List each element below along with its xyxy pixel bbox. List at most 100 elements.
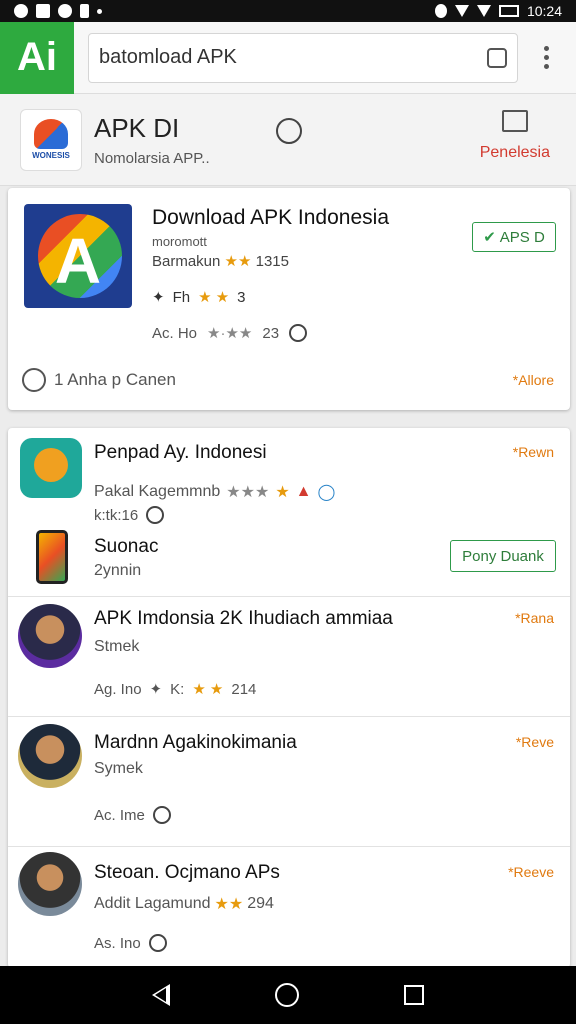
star-icon: ★·★★ (207, 325, 253, 342)
list-item[interactable]: Steoan. Ocjmano APs Addit Lagamund ★★ 29… (8, 848, 570, 966)
star-icon: ★★ (214, 896, 244, 913)
search-value: batomload APK (99, 46, 237, 68)
dot-icon (97, 8, 102, 14)
status-time: 10:24 (526, 3, 562, 19)
check-icon: ✔ (483, 229, 496, 246)
wifi-icon (454, 5, 469, 17)
app-header-text: APK DI Nomolarsia APP.. (94, 113, 210, 167)
app-icon (20, 438, 82, 498)
app-header: WONESIS APK DI Nomolarsia APP.. Penelesi… (0, 94, 576, 186)
row2-count: 3 (237, 288, 246, 306)
recents-icon[interactable] (403, 985, 424, 1005)
row3-num: 23 (262, 324, 280, 342)
info-icon: ◯ (317, 484, 336, 501)
list-item-review-link[interactable]: *Rewn (513, 444, 554, 460)
list-item-meta-label: Ag. Ino (94, 680, 142, 698)
list-item-title: Steoan. Ocjmano APs (94, 862, 280, 883)
avatar (18, 852, 82, 916)
header-right-action[interactable]: Penelesia (480, 110, 550, 162)
list-item-meta-k: K: (170, 680, 185, 698)
featured-row-2: ✦ Fh ★ ★ 3 (152, 288, 246, 307)
list-item-meta-text: k:tk:16 (94, 506, 139, 524)
list-item-meta-label: Ac. Ime (94, 806, 145, 824)
list-item[interactable]: APK Imdonsia 2K Ihudiach ammiaa Stmek Ag… (8, 598, 570, 714)
featured-footer[interactable]: 1 Anha p Canen (22, 368, 176, 392)
sync-icon (58, 4, 72, 18)
list-item-meta: As. Ino (94, 934, 167, 952)
phone-icon (36, 530, 68, 584)
featured-footer-text: 1 Anha p Canen (54, 370, 176, 389)
featured-button-label: APS D (499, 228, 545, 246)
header-right-label: Penelesia (479, 144, 550, 161)
list-item-sub-text: Addit Lagamund (94, 895, 211, 912)
dnd-icon (434, 4, 447, 18)
scan-icon[interactable] (487, 47, 507, 68)
list-item-meta: k:tk:16 (94, 506, 165, 524)
list-item-review-link[interactable]: *Reeve (508, 864, 554, 880)
rating-text: Barmakun (152, 253, 221, 270)
list-item-sub-text: Pakal Kagemmnb (94, 483, 221, 500)
list-item[interactable]: Penpad Ay. Indonesi Pakal Kagemmnb ★★★ ★… (8, 428, 570, 524)
back-icon[interactable] (152, 984, 171, 1006)
clock-icon (289, 324, 308, 342)
clock-icon (152, 806, 171, 824)
page-subtitle: Nomolarsia APP.. (94, 149, 210, 167)
clock-icon (146, 506, 165, 524)
status-right-icons: 10:24 (434, 3, 562, 19)
list-item-review-link[interactable]: *Rana (515, 610, 554, 626)
history-icon[interactable] (276, 118, 302, 144)
clock-icon (148, 934, 167, 952)
lock-icon (80, 4, 89, 18)
row2-label: Fh (172, 288, 191, 306)
avatar (18, 604, 82, 668)
status-bar: 10:24 (0, 0, 576, 22)
featured-app-developer: moromott (152, 234, 207, 249)
pin-icon: ✦ (152, 289, 165, 306)
list-item[interactable]: Suonac 2ynnin Pony Duank (8, 524, 570, 596)
flame-icon: ▲ (295, 483, 312, 500)
smile-icon (22, 368, 46, 392)
featured-install-button[interactable]: ✔ APS D (472, 222, 556, 252)
rating-count: 1315 (255, 253, 289, 270)
calendar-icon (501, 110, 528, 132)
list-item-meta: Ag. Ino ✦ K: ★ ★ 214 (94, 680, 257, 699)
list-item-subtitle: Symek (94, 760, 143, 777)
system-nav-bar (0, 966, 576, 1024)
featured-more-link[interactable]: *Allore (513, 372, 554, 388)
app-logo-text: Ai (17, 35, 57, 79)
app-logo[interactable]: Ai (0, 21, 74, 94)
battery-icon (498, 5, 519, 17)
more-menu-icon[interactable] (532, 46, 560, 69)
star-icon: ★ ★ (198, 289, 230, 306)
featured-app-rating: Barmakun ★★ 1315 (152, 252, 289, 270)
page-title: APK DI (94, 112, 180, 143)
list-item-meta: Ac. Ime (94, 806, 171, 824)
app-header-logo: WONESIS (20, 108, 82, 171)
signal-icon (476, 5, 491, 17)
search-input[interactable]: batomload APK (88, 32, 518, 83)
app-list-card: Penpad Ay. Indonesi Pakal Kagemmnb ★★ ★ ★… (8, 428, 570, 968)
star-icon: ★ ★ (192, 681, 224, 698)
list-item-meta-label: As. Ino (94, 934, 141, 952)
list-item-subtitle: Addit Lagamund ★★ 294 (94, 894, 274, 914)
list-item-meta-count: 214 (231, 680, 257, 698)
list-item-title: Penpad Ay. Indonesi (94, 442, 267, 463)
avatar (18, 724, 82, 788)
list-item-subtitle: 2ynnin (94, 562, 142, 579)
list-item-title: APK Imdonsia 2K Ihudiach ammiaa (94, 608, 393, 629)
list-item[interactable]: Mardnn Agakinokimania Symek Ac. Ime *Rev… (8, 718, 570, 844)
featured-app-card[interactable]: A Download APK Indonesia moromott Barmak… (8, 188, 570, 410)
divider (8, 596, 570, 597)
featured-app-icon[interactable]: A (24, 204, 132, 308)
top-app-bar: Ai batomload APK (0, 21, 576, 94)
list-item-action-button[interactable]: Pony Duank (450, 540, 556, 572)
divider (8, 846, 570, 847)
pin-icon: ✦ (149, 681, 163, 698)
list-item-review-link[interactable]: *Reve (516, 734, 554, 750)
brand-mark-icon (34, 119, 68, 149)
star-icon: ★★ (224, 253, 252, 270)
featured-app-title[interactable]: Download APK Indonesia (152, 206, 389, 230)
home-icon[interactable] (274, 983, 299, 1007)
list-item-subtitle: Stmek (94, 638, 140, 655)
list-item-meta-count: 294 (247, 895, 274, 912)
